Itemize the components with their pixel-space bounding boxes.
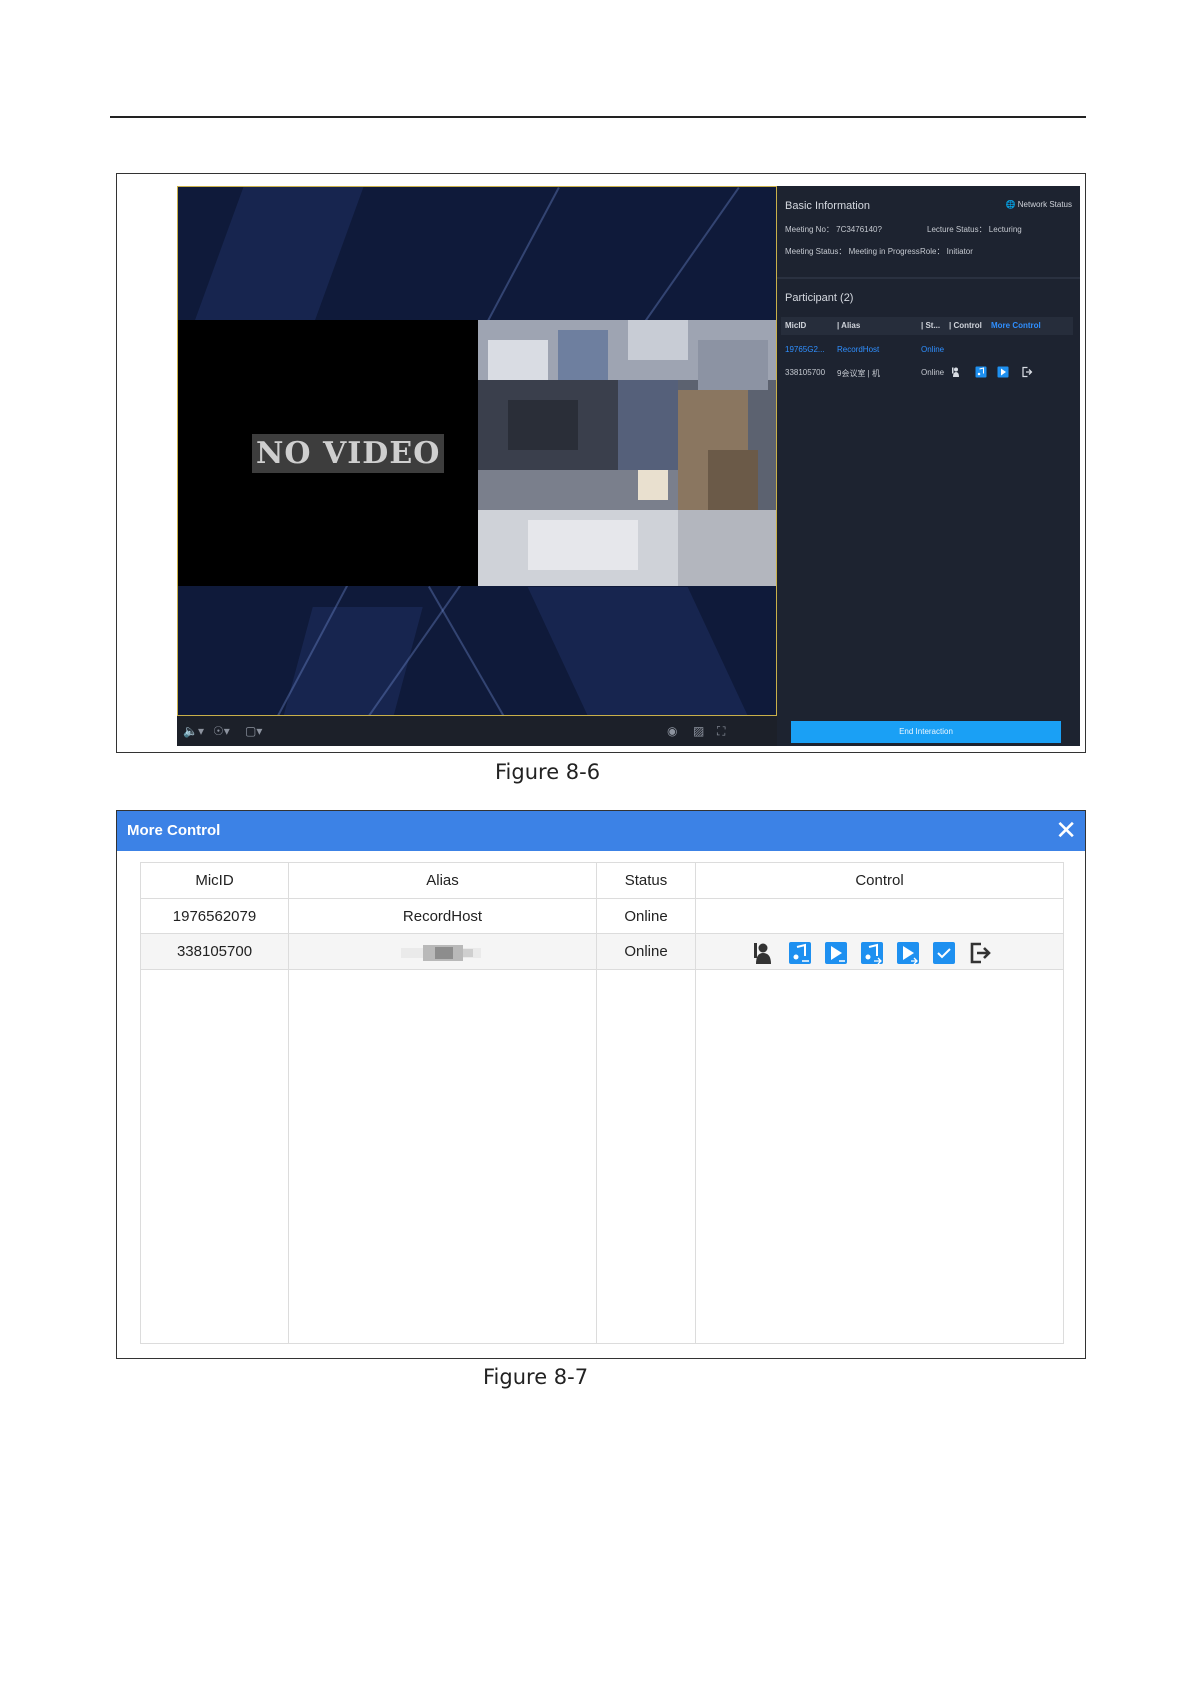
video-share-icon[interactable] — [824, 941, 848, 965]
row-micid: 338105700 — [785, 368, 826, 377]
figure-8-6-caption: Figure 8-6 — [495, 760, 601, 784]
header-micid: MicID — [785, 321, 807, 330]
page-header-rule — [110, 116, 1086, 118]
row1-micid: 1976562079 — [172, 908, 257, 925]
more-control-dialog-header: More Control ✕ — [117, 811, 1085, 851]
network-status-label: Network Status — [1017, 200, 1072, 209]
pixelated-block — [488, 340, 548, 380]
pixelated-block — [558, 330, 608, 380]
row-micid: 19765G2... — [785, 345, 825, 354]
pixelated-block — [528, 520, 638, 570]
video-toolbar: 🔈▾ ☉▾ ▢▾ ◉ ▨ ⛶ — [177, 716, 777, 746]
audio-share-icon[interactable] — [975, 366, 987, 378]
participant-control-table: MicID Alias Status Control 1976562079 Re… — [140, 862, 1064, 1344]
dialog-title: More Control — [127, 822, 221, 839]
video-area[interactable]: NO VIDEO — [177, 186, 777, 716]
pixelated-block — [698, 340, 768, 390]
column-header-micid[interactable]: MicID — [141, 863, 288, 898]
snapshot-icon[interactable]: ◉ — [667, 724, 677, 738]
pixelated-block — [678, 510, 776, 586]
participant-row[interactable]: 19765G2... RecordHost Online — [781, 341, 1073, 359]
exit-icon[interactable] — [968, 941, 992, 965]
globe-icon: 🌐 — [1005, 200, 1016, 209]
basic-information-title: Basic Information — [785, 200, 870, 212]
end-interaction-button[interactable]: End Interaction — [791, 721, 1061, 743]
row2-status: Online — [624, 943, 668, 960]
more-control-link[interactable]: More Control — [991, 321, 1041, 330]
figure-8-7: More Control ✕ MicID Alias Status Contro… — [116, 810, 1086, 1359]
video-receive-icon[interactable] — [896, 941, 920, 965]
participant-title: Participant (2) — [785, 292, 854, 304]
pixelated-block — [508, 400, 578, 450]
camera-feed-pane[interactable] — [478, 320, 776, 586]
role: Role： Initiator — [920, 247, 973, 256]
no-video-label: NO VIDEO — [252, 434, 445, 473]
meeting-side-panel: Basic Information 🌐 Network Status Meeti… — [777, 186, 1080, 746]
meeting-no: Meeting No： 7C3476140? — [785, 225, 882, 234]
row1-alias: RecordHost — [402, 908, 483, 925]
fullscreen-icon[interactable]: ⛶ — [717, 724, 725, 738]
bg-shard — [527, 587, 749, 715]
no-video-pane[interactable]: NO VIDEO — [178, 320, 478, 586]
column-divider — [695, 863, 696, 1343]
pixelated-block — [618, 380, 678, 470]
row-divider — [141, 969, 1063, 970]
meeting-status: Meeting Status： Meeting in Progress — [785, 247, 920, 256]
network-status-link[interactable]: 🌐 Network Status — [1006, 200, 1072, 209]
bg-shard — [283, 607, 423, 715]
exit-icon[interactable] — [1021, 366, 1033, 378]
row1-status: Online — [624, 908, 668, 925]
audio-receive-icon[interactable] — [860, 941, 884, 965]
record-icon[interactable]: ▨ — [693, 724, 704, 738]
row2-micid: 338105700 — [176, 943, 253, 960]
row-status: Online — [921, 345, 945, 354]
header-status: | St... — [921, 321, 941, 330]
video-share-icon[interactable] — [997, 366, 1009, 378]
row-status: Online — [921, 368, 945, 377]
volume-icon[interactable]: 🔈▾ — [183, 724, 204, 738]
column-header-status[interactable]: Status — [597, 863, 695, 898]
participant-row[interactable]: 338105700 9会议室 | 机 Online — [781, 364, 1073, 382]
participant-table-header: MicID | Alias | St... | Control More Con… — [781, 317, 1073, 335]
figure-8-6: NO VIDEO 🔈▾ ☉▾ ▢▾ ◉ ▨ ⛶ Basic Informatio… — [116, 173, 1086, 753]
lecture-status: Lecture Status： Lecturing — [927, 225, 1022, 234]
speaker-icon[interactable] — [951, 366, 963, 378]
row-alias: RecordHost — [837, 345, 880, 354]
speaker-icon[interactable] — [752, 941, 776, 965]
close-icon[interactable]: ✕ — [1055, 815, 1077, 845]
column-divider — [288, 863, 289, 1343]
panel-divider — [777, 277, 1080, 279]
pixelated-block — [628, 320, 688, 360]
audio-share-icon[interactable] — [788, 941, 812, 965]
row-alias: 9会议室 | 机 — [837, 369, 880, 378]
column-header-alias[interactable]: Alias — [289, 863, 596, 898]
header-alias: | Alias — [837, 321, 861, 330]
column-header-control[interactable]: Control — [696, 863, 1063, 898]
confirm-icon[interactable] — [932, 941, 956, 965]
bg-shard — [192, 187, 364, 327]
layout-icon[interactable]: ▢▾ — [245, 724, 262, 738]
blurred-alias — [401, 945, 481, 961]
figure-8-7-caption: Figure 8-7 — [483, 1365, 589, 1389]
header-control: | Control — [949, 321, 982, 330]
microphone-icon[interactable]: ☉▾ — [213, 724, 230, 738]
pixelated-block — [638, 470, 668, 500]
